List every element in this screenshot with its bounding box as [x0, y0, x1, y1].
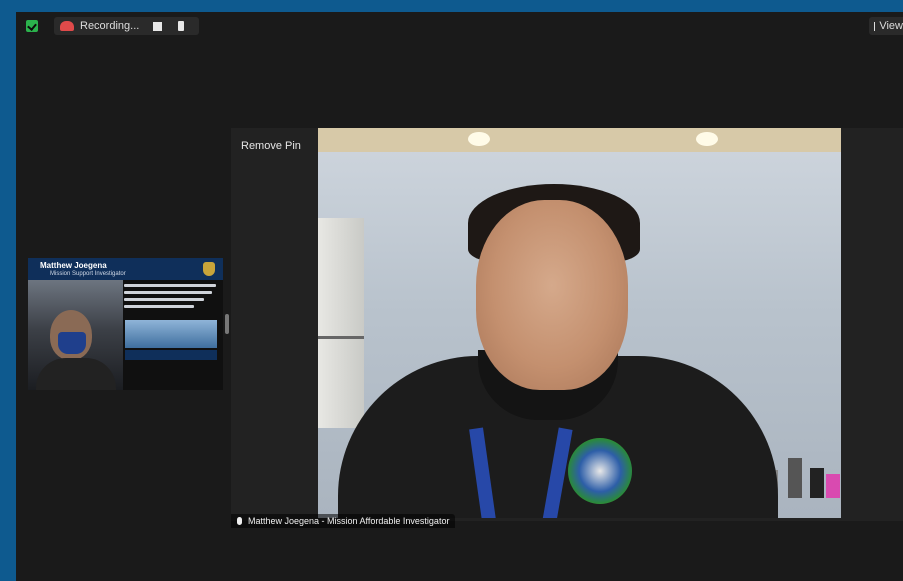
thumbnail-name: Matthew Joegena	[40, 261, 107, 270]
face-mask	[58, 332, 86, 354]
recording-label: Recording...	[80, 20, 140, 32]
view-button[interactable]: View	[869, 17, 903, 35]
thumbnail-subtitle: Mission Support Investigator	[50, 271, 126, 277]
thumbnail-text-block	[124, 284, 218, 312]
shield-check-icon[interactable]	[26, 20, 38, 32]
recording-indicator[interactable]: Recording...	[54, 17, 199, 35]
recording-icon	[60, 21, 74, 31]
thumbnail-video	[28, 280, 123, 390]
seal-icon	[203, 262, 215, 276]
refrigerator	[318, 218, 364, 428]
ceiling-light	[696, 132, 718, 146]
thumbnail-footer	[125, 350, 217, 360]
shelf-item	[826, 474, 840, 498]
view-icon	[874, 21, 876, 31]
stop-icon[interactable]	[178, 21, 185, 31]
thumbnail-person	[50, 310, 92, 360]
shelf-item	[788, 458, 802, 498]
top-toolbar: Recording... View	[16, 12, 903, 40]
thumbnail-photo	[125, 320, 217, 348]
ceiling-light	[468, 132, 490, 146]
speaker-face	[476, 200, 628, 390]
meeting-window: Recording... View Matthew Joegena Missio…	[16, 12, 903, 581]
view-label: View	[879, 20, 903, 32]
shelf-item	[810, 468, 824, 498]
remove-pin-button[interactable]: Remove Pin	[241, 140, 301, 152]
resize-handle[interactable]	[225, 314, 229, 334]
thumbnail-body	[36, 358, 116, 390]
main-video-stage: Remove Pin Matthew Joegena - Mission Aff…	[231, 128, 903, 528]
microphone-icon	[237, 517, 242, 525]
pause-icon[interactable]	[153, 21, 163, 31]
main-video	[318, 128, 841, 518]
participant-thumbnail[interactable]: Matthew Joegena Mission Support Investig…	[28, 258, 223, 390]
participant-name-bar: Matthew Joegena - Mission Affordable Inv…	[231, 514, 456, 528]
participant-name: Matthew Joegena - Mission Affordable Inv…	[248, 516, 450, 526]
ceiling	[318, 128, 841, 152]
emblem-patch	[568, 438, 632, 504]
thumbnail-banner: Matthew Joegena Mission Support Investig…	[28, 258, 223, 280]
